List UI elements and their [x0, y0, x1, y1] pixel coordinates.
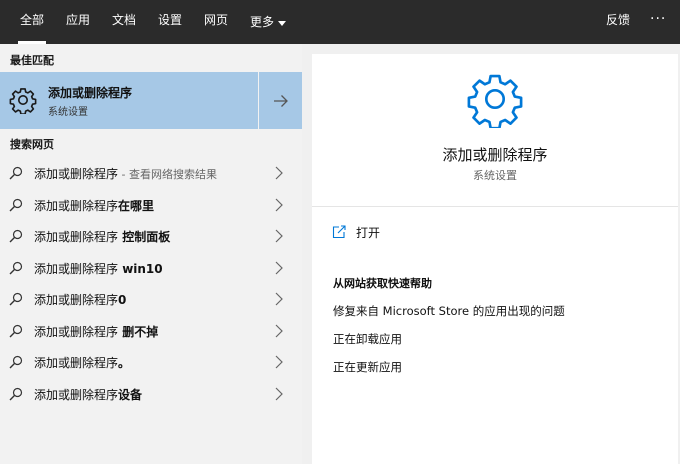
- search-icon: [9, 229, 23, 243]
- gear-icon: [9, 88, 37, 114]
- chevron-right-icon: [275, 292, 283, 306]
- chevron-right-icon: [275, 355, 283, 369]
- best-match-heading: 最佳匹配: [10, 54, 54, 67]
- search-icon: [9, 166, 23, 180]
- arrow-right-icon: [273, 94, 288, 107]
- open-external-icon: [332, 225, 346, 239]
- open-preview-button[interactable]: [259, 72, 302, 129]
- search-icon: [9, 292, 23, 306]
- query-text: 添加或删除程序: [34, 198, 119, 213]
- tab-all[interactable]: 全部: [17, 0, 47, 44]
- chevron-right-icon: [275, 261, 283, 274]
- web-result-item[interactable]: 添加或删除程序。: [0, 346, 302, 378]
- web-result-item[interactable]: 添加或删除程序 删不掉: [0, 315, 302, 347]
- help-link[interactable]: 修复来自 Microsoft Store 的应用出现的问题: [333, 303, 565, 319]
- tab-web[interactable]: 网页: [204, 0, 228, 44]
- search-icon: [9, 355, 23, 369]
- open-label: 打开: [356, 225, 381, 240]
- chevron-down-icon: [278, 20, 287, 26]
- feedback-button[interactable]: 反馈: [606, 0, 630, 44]
- query-suffix: 。: [118, 356, 131, 370]
- search-icon: [9, 261, 23, 274]
- query-suffix: 控制面板: [118, 230, 171, 244]
- help-link[interactable]: 正在卸载应用: [333, 331, 402, 347]
- chevron-right-icon: [275, 166, 283, 180]
- web-result-text: 添加或删除程序0: [34, 291, 126, 308]
- search-scope-bar: 全部 应用 文档 设置 网页 更多 反馈 ···: [0, 0, 680, 44]
- web-result-item[interactable]: 添加或删除程序0: [0, 283, 302, 315]
- query-text: 添加或删除程序: [34, 324, 119, 339]
- web-result-text: 添加或删除程序设备: [34, 386, 142, 403]
- best-match-main[interactable]: 添加或删除程序 系统设置: [0, 72, 258, 129]
- open-action[interactable]: 打开: [332, 222, 380, 242]
- search-icon: [9, 387, 23, 400]
- chevron-right-icon: [275, 324, 283, 337]
- results-pane: 最佳匹配 添加或删除程序 系统设置 搜索网页 添加或删除程序 - 查看网络搜索结…: [0, 44, 302, 464]
- web-result-item[interactable]: 添加或删除程序 win10: [0, 252, 302, 284]
- web-result-text: 添加或删除程序。: [34, 354, 130, 371]
- best-match-subtitle: 系统设置: [48, 107, 88, 118]
- tab-label: 全部: [20, 13, 45, 27]
- query-text: 添加或删除程序: [34, 356, 119, 370]
- web-result-text: 添加或删除程序 - 查看网络搜索结果: [34, 165, 217, 182]
- query-hint: - 查看网络搜索结果: [118, 168, 217, 181]
- chevron-right-icon: [275, 229, 283, 243]
- web-result-item[interactable]: 添加或删除程序 - 查看网络搜索结果: [0, 157, 302, 189]
- query-suffix: 0: [118, 293, 127, 307]
- chevron-right-icon: [275, 387, 283, 400]
- web-result-text: 添加或删除程序 控制面板: [34, 228, 170, 245]
- tab-label: 应用: [66, 13, 91, 27]
- divider: [312, 206, 678, 207]
- query-text: 添加或删除程序: [34, 293, 119, 307]
- tab-label: 网页: [204, 13, 229, 27]
- query-text: 添加或删除程序: [34, 167, 119, 181]
- query-suffix: win10: [118, 261, 163, 276]
- tab-more[interactable]: 更多: [250, 0, 287, 44]
- tab-label: 设置: [158, 13, 183, 27]
- preview-title: 添加或删除程序: [442, 146, 548, 164]
- help-heading: 从网站获取快速帮助: [333, 277, 432, 290]
- web-search-heading: 搜索网页: [10, 138, 54, 151]
- help-link[interactable]: 正在更新应用: [333, 359, 402, 375]
- tab-apps[interactable]: 应用: [66, 0, 90, 44]
- web-result-item[interactable]: 添加或删除程序设备: [0, 378, 302, 410]
- query-suffix: 在哪里: [118, 198, 155, 213]
- preview-pane: 添加或删除程序 系统设置 打开 从网站获取快速帮助 修复来自 Microsoft…: [312, 54, 678, 464]
- query-suffix: 删不掉: [118, 324, 159, 339]
- tab-settings[interactable]: 设置: [158, 0, 182, 44]
- preview-subtitle: 系统设置: [473, 169, 517, 182]
- best-match-title: 添加或删除程序: [48, 86, 133, 100]
- best-match-result[interactable]: 添加或删除程序 系统设置: [0, 72, 302, 129]
- tab-documents[interactable]: 文档: [112, 0, 136, 44]
- search-icon: [9, 324, 23, 337]
- query-text: 添加或删除程序: [34, 387, 119, 402]
- query-text: 添加或删除程序: [34, 261, 119, 276]
- ellipsis-icon[interactable]: ···: [650, 0, 666, 44]
- query-suffix: 设备: [118, 387, 143, 402]
- tab-label: 文档: [112, 13, 137, 27]
- web-result-item[interactable]: 添加或删除程序在哪里: [0, 189, 302, 221]
- search-icon: [9, 198, 23, 211]
- query-text: 添加或删除程序: [34, 230, 119, 244]
- web-result-text: 添加或删除程序 删不掉: [34, 323, 158, 340]
- tab-label: 更多: [250, 15, 275, 29]
- web-result-text: 添加或删除程序 win10: [34, 260, 163, 277]
- web-search-list: 添加或删除程序 - 查看网络搜索结果 添加或删除程序在哪里 添加或删除程序 控制…: [0, 157, 302, 409]
- web-result-item[interactable]: 添加或删除程序 控制面板: [0, 220, 302, 252]
- gear-icon: [467, 74, 523, 128]
- web-result-text: 添加或删除程序在哪里: [34, 197, 154, 214]
- chevron-right-icon: [275, 198, 283, 211]
